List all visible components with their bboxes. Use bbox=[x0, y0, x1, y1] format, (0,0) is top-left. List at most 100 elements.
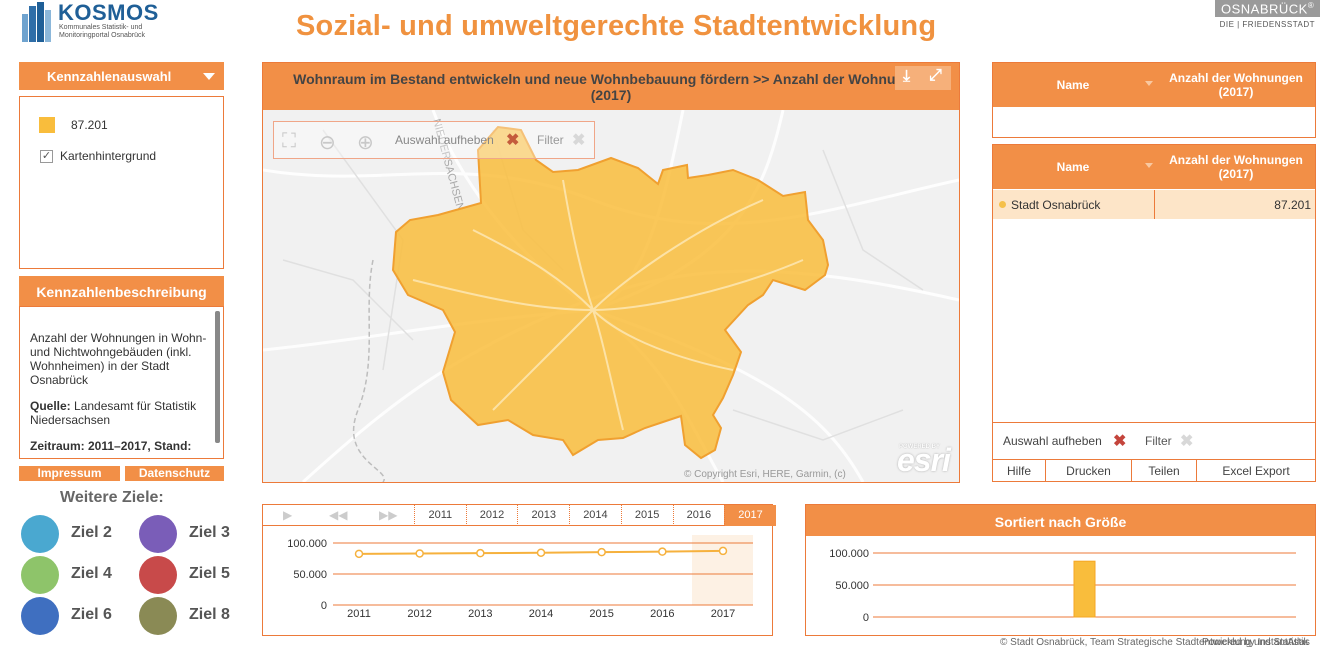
goal-link-2[interactable]: Ziel 3 bbox=[139, 515, 249, 555]
data-point bbox=[476, 548, 485, 558]
map-toolbar: ⛶ ⊖ ⊕ Auswahl aufheben ✖ Filter ✖ bbox=[273, 121, 595, 159]
more-goals-title: Weitere Ziele: bbox=[60, 489, 164, 506]
play-icon[interactable]: ▶ bbox=[283, 508, 292, 522]
year-cell-2011[interactable]: 2011 bbox=[414, 505, 466, 526]
goal-link-3[interactable]: Ziel 4 bbox=[21, 556, 131, 596]
kosmos-logo[interactable]: KOSMOS Kommunales Statistik- und Monitor… bbox=[22, 0, 162, 44]
x-tick-label: 2017 bbox=[711, 608, 735, 620]
goal-link-1[interactable]: Ziel 2 bbox=[21, 515, 131, 555]
year-cell-2014[interactable]: 2014 bbox=[569, 505, 621, 526]
x-tick-label: 2011 bbox=[347, 608, 371, 620]
map-header-icons: ⤓ ⤢ bbox=[895, 66, 951, 90]
map-title-bar: Wohnraum im Bestand entwickeln und neue … bbox=[263, 63, 959, 110]
zoom-out-icon[interactable]: ⊖ bbox=[319, 130, 336, 155]
row-value: 87.201 bbox=[1274, 198, 1311, 212]
description-scrollbar[interactable] bbox=[215, 311, 220, 443]
map-title-line2: (2017) bbox=[590, 87, 632, 103]
row-divider bbox=[1154, 190, 1155, 219]
year-cell-2017[interactable]: 2017 bbox=[724, 505, 776, 526]
x-tick-label: 2014 bbox=[529, 608, 553, 620]
ranking-chart: 100.000 50.000 0 bbox=[829, 548, 1296, 624]
kosmos-subtitle: Kommunales Statistik- und Monitoringport… bbox=[59, 24, 145, 39]
share-button[interactable]: Teilen bbox=[1132, 460, 1197, 481]
indicator-select-dropdown[interactable]: Kennzahlenauswahl bbox=[19, 62, 224, 90]
x-tick-label: 2016 bbox=[650, 608, 674, 620]
goal-link-4[interactable]: Ziel 5 bbox=[139, 556, 249, 596]
y-tick-label: 50.000 bbox=[835, 580, 869, 592]
selection-col-value[interactable]: Anzahl der Wohnungen (2017) bbox=[1157, 71, 1315, 99]
data-point bbox=[536, 548, 546, 557]
selection-col-name[interactable]: Name bbox=[993, 78, 1153, 92]
city-logo-box: OSNABRÜCK® bbox=[1215, 0, 1321, 18]
esri-logo: esri bbox=[897, 442, 951, 478]
kosmos-logo-graphic bbox=[22, 2, 51, 42]
step-back-icon[interactable]: ◀◀ bbox=[329, 508, 347, 522]
goal-label: Ziel 6 bbox=[71, 606, 112, 623]
goal-label: Ziel 5 bbox=[189, 565, 230, 582]
bar[interactable] bbox=[1073, 560, 1096, 618]
table-actions: Auswahl aufheben ✖ Filter ✖ bbox=[992, 422, 1316, 460]
table-clear-selection-button[interactable]: Auswahl aufheben bbox=[1003, 434, 1102, 448]
expand-icon[interactable]: ⤢ bbox=[929, 68, 942, 84]
map-canvas[interactable]: NIEDERSACHSEN bbox=[263, 110, 959, 482]
goal-label: Ziel 8 bbox=[189, 606, 230, 623]
zoom-in-icon[interactable]: ⊕ bbox=[357, 130, 374, 155]
row-marker-icon bbox=[999, 201, 1006, 208]
time-series-chart: 100.000 50.000 0 2011 2012 2013 2014 2015 2016 20… bbox=[287, 535, 753, 620]
goal-map-icon bbox=[139, 515, 177, 553]
table-filter-button[interactable]: Filter bbox=[1145, 434, 1172, 448]
sort-icon[interactable] bbox=[1145, 163, 1153, 168]
basemap-checkbox[interactable]: ✓ bbox=[40, 150, 53, 163]
city-logo[interactable]: OSNABRÜCK® DIE | FRIEDENSSTADT bbox=[1215, 0, 1321, 34]
indicator-select-label: Kennzahlenauswahl bbox=[47, 69, 172, 84]
data-point bbox=[597, 547, 606, 557]
goal-map-icon bbox=[139, 556, 177, 594]
excel-export-button[interactable]: Excel Export bbox=[1197, 460, 1315, 481]
filter-clear-icon[interactable]: ✖ bbox=[572, 130, 585, 150]
year-cell-2012[interactable]: 2012 bbox=[465, 505, 518, 526]
kosmos-brand: KOSMOS bbox=[58, 0, 159, 25]
time-slider: ▶ ◀◀ ▶▶ 2011 2012 2013 2014 2015 2016 2017 bbox=[263, 505, 776, 526]
impressum-link[interactable]: Impressum bbox=[19, 466, 120, 481]
table-row[interactable]: Stadt Osnabrück 87.201 bbox=[993, 190, 1315, 219]
description-period: Zeitraum: 2011–2017, Stand: bbox=[30, 439, 192, 453]
source-label: Quelle: bbox=[30, 399, 71, 413]
chevron-down-icon bbox=[203, 73, 215, 80]
clear-selection-icon[interactable]: ✖ bbox=[1113, 431, 1126, 451]
map-clear-selection-button[interactable]: Auswahl aufheben bbox=[395, 133, 494, 147]
datenschutz-link[interactable]: Datenschutz bbox=[125, 466, 224, 481]
help-button[interactable]: Hilfe bbox=[993, 460, 1046, 481]
x-tick-label: 2015 bbox=[589, 608, 613, 620]
city-registered: ® bbox=[1307, 1, 1315, 10]
sort-icon[interactable] bbox=[1145, 81, 1153, 86]
print-button[interactable]: Drucken bbox=[1046, 460, 1132, 481]
year-cell-2013[interactable]: 2013 bbox=[517, 505, 569, 526]
year-cell-2016[interactable]: 2016 bbox=[672, 505, 725, 526]
selected-year-band bbox=[692, 535, 753, 605]
data-col-name[interactable]: Name bbox=[993, 160, 1153, 174]
legend-panel: 87.201 ✓ Kartenhintergrund bbox=[19, 96, 224, 269]
y-tick-label: 100.000 bbox=[287, 538, 327, 550]
goal-link-6[interactable]: Ziel 8 bbox=[139, 597, 249, 637]
full-extent-icon[interactable]: ⛶ bbox=[282, 130, 296, 153]
legend-value: 87.201 bbox=[71, 118, 108, 132]
data-col-value[interactable]: Anzahl der Wohnungen (2017) bbox=[1157, 153, 1315, 181]
filter-clear-icon[interactable]: ✖ bbox=[1180, 431, 1193, 451]
map-attribution: © Copyright Esri, HERE, Garmin, (c) bbox=[684, 469, 846, 480]
map-filter-button[interactable]: Filter bbox=[537, 133, 564, 147]
year-cell-2015[interactable]: 2015 bbox=[620, 505, 673, 526]
city-name: OSNABRÜCK bbox=[1221, 1, 1308, 17]
download-icon[interactable]: ⤓ bbox=[903, 69, 910, 85]
goal-label: Ziel 3 bbox=[189, 524, 230, 541]
basemap-rail bbox=[352, 259, 385, 482]
step-forward-icon[interactable]: ▶▶ bbox=[379, 508, 397, 522]
row-name: Stadt Osnabrück bbox=[1011, 198, 1101, 212]
clear-selection-icon[interactable]: ✖ bbox=[506, 130, 519, 150]
description-panel: Anzahl der Wohnungen in Wohn- und Nichtw… bbox=[19, 306, 224, 459]
y-tick-label: 0 bbox=[863, 612, 869, 624]
data-point bbox=[718, 546, 728, 556]
y-tick-label: 0 bbox=[321, 600, 327, 612]
goal-map-icon bbox=[21, 515, 59, 553]
goal-link-5[interactable]: Ziel 6 bbox=[21, 597, 131, 637]
basemap-checkbox-label[interactable]: Kartenhintergrund bbox=[60, 149, 156, 163]
